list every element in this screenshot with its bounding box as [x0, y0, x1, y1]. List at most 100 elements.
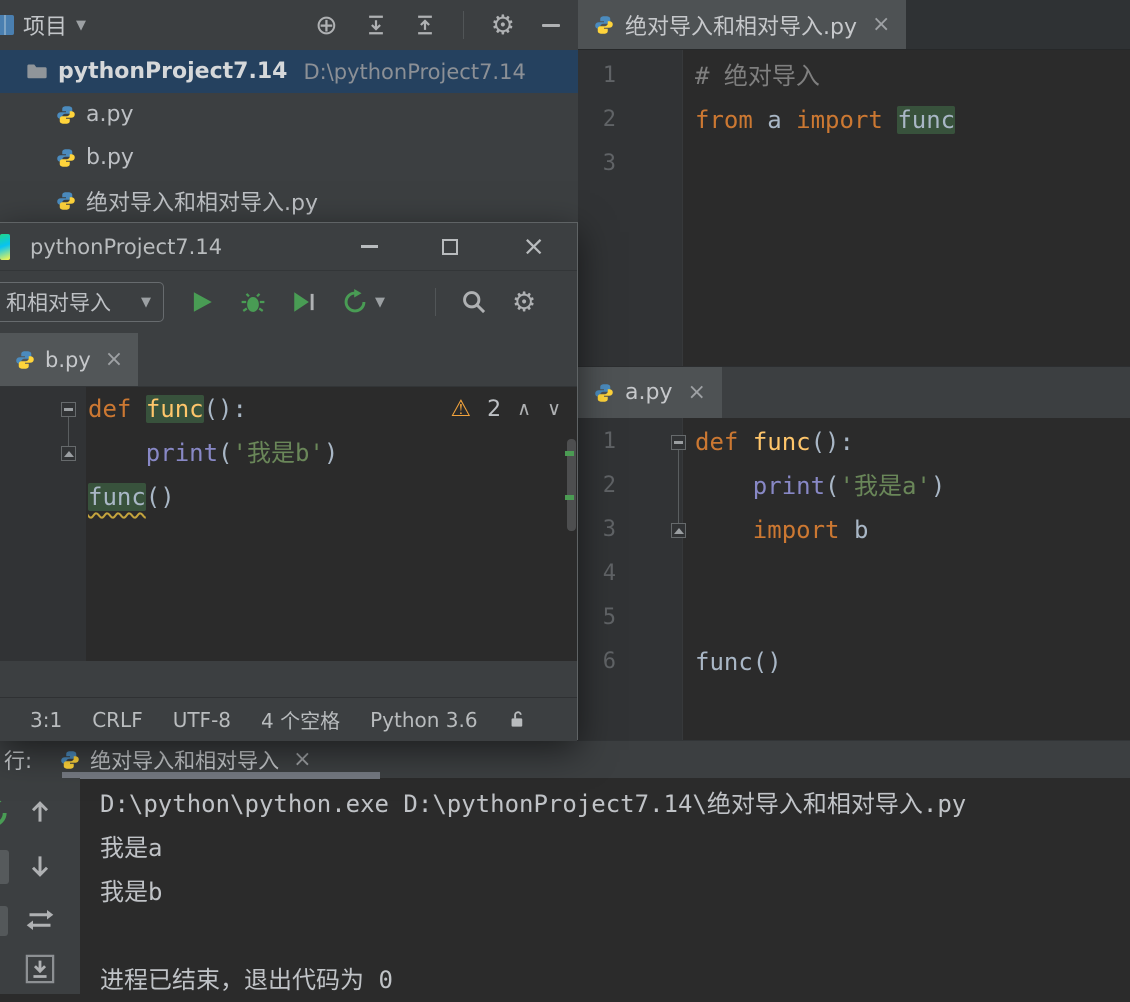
run-button[interactable] [189, 289, 215, 315]
fold-end-marker[interactable] [671, 523, 686, 538]
locate-file-icon[interactable]: ⊕ [315, 12, 338, 39]
interpreter[interactable]: Python 3.6 [370, 708, 478, 732]
settings-gear-icon[interactable]: ⚙ [491, 12, 515, 39]
line-number: 3 [602, 151, 616, 176]
maximize-button[interactable] [442, 238, 459, 255]
plain-token: () [145, 483, 175, 511]
status-bar: 3:1 CRLF UTF-8 4 个空格 Python 3.6 [0, 697, 577, 741]
run-with-coverage-button[interactable] [291, 289, 317, 315]
hide-panel-icon[interactable] [542, 23, 560, 27]
close-icon[interactable]: × [687, 380, 705, 405]
editor-gutter [0, 387, 86, 661]
project-root-name: pythonProject7.14 [58, 59, 288, 84]
profiler-button[interactable]: ▼ [342, 289, 385, 315]
editor-absolute-relative-import[interactable]: 1 2 3 # 绝对导入 from a import func [578, 50, 1130, 366]
readonly-lock-button[interactable] [508, 710, 527, 729]
soft-wrap-icon[interactable] [26, 906, 54, 934]
line-number: 1 [602, 429, 616, 454]
tree-row-project-root[interactable]: pythonProject7.14 D:\pythonProject7.14 [0, 50, 578, 93]
close-icon[interactable]: × [105, 347, 123, 372]
previous-warning-icon[interactable]: ∧ [517, 398, 531, 420]
close-icon[interactable]: × [872, 12, 890, 37]
console-output[interactable]: D:\python\python.exe D:\pythonProject7.1… [100, 782, 1120, 1002]
indent-token [695, 516, 753, 544]
line-number: 2 [602, 473, 616, 498]
close-window-button[interactable]: × [522, 233, 545, 260]
line-number-column: 1 2 3 [578, 54, 616, 186]
run-configuration-select[interactable]: 和相对导入 ▼ [0, 282, 164, 322]
main-toolbar: 项目 ▼ ⊕ ⚙ [0, 0, 578, 50]
toolbar-icon-group: ⊕ ⚙ [315, 11, 560, 39]
restore-layout-icon[interactable] [0, 906, 8, 936]
tree-row-a-py[interactable]: a.py [0, 93, 578, 136]
python-icon [16, 350, 34, 369]
tab-label: 绝对导入和相对导入 [90, 748, 280, 773]
line-separator[interactable]: CRLF [92, 708, 143, 732]
expand-all-icon[interactable] [414, 14, 436, 36]
down-stack-trace-icon[interactable] [26, 852, 54, 880]
collapse-all-icon[interactable] [365, 14, 387, 36]
settings-gear-icon[interactable]: ⚙ [512, 289, 536, 316]
project-label: 项目 [23, 15, 68, 40]
run-tab-absolute-relative-import[interactable]: 绝对导入和相对导入 × [48, 745, 323, 775]
window-title: pythonProject7.14 [30, 234, 223, 259]
code-line: def func(): [695, 420, 1130, 464]
play-icon [193, 292, 212, 312]
window-title-bar[interactable]: pythonProject7.14 × [0, 223, 577, 271]
next-warning-icon[interactable]: ∨ [547, 398, 561, 420]
tab-b-py[interactable]: b.py × [0, 333, 139, 386]
stop-icon[interactable] [0, 850, 9, 884]
file-encoding[interactable]: UTF-8 [173, 708, 231, 732]
active-tab-underline [62, 772, 380, 779]
file-label: b.py [86, 145, 134, 170]
tree-row-b-py[interactable]: b.py [0, 136, 578, 179]
up-stack-trace-icon[interactable] [26, 798, 54, 826]
keyword-token: import [752, 516, 840, 544]
plain-token: func() [695, 648, 782, 676]
tab-absolute-relative-import[interactable]: 绝对导入和相对导入.py × [578, 0, 907, 49]
tab-label: a.py [625, 380, 673, 405]
line-number: 2 [602, 107, 616, 132]
profiler-icon [344, 289, 366, 313]
keyword-token: from [695, 106, 753, 134]
string-token: '我是b' [232, 439, 324, 467]
python-icon [57, 191, 75, 210]
fold-connector [68, 417, 69, 446]
file-label: 绝对导入和相对导入.py [86, 190, 318, 216]
caret-position[interactable]: 3:1 [30, 708, 62, 732]
console-line: 进程已结束，退出代码为 0 [100, 966, 393, 994]
editor-a-py[interactable]: 1 2 3 4 5 6 def func(): print('我是a') imp… [578, 418, 1130, 740]
fold-end-marker[interactable] [61, 446, 76, 461]
fold-start-marker[interactable] [671, 435, 686, 450]
highlighted-identifier: func [897, 106, 956, 134]
rerun-icon[interactable] [0, 796, 11, 834]
project-tool-window-header[interactable]: 项目 ▼ [0, 9, 86, 41]
inspection-widget: ⚠ 2 ∧ ∨ [451, 387, 561, 431]
scroll-to-end-icon[interactable] [25, 954, 55, 984]
editor-tab-bar-b: b.py × [0, 333, 577, 387]
project-panel-icon [0, 15, 14, 35]
console-line: 我是b [100, 878, 163, 906]
close-icon[interactable]: × [293, 747, 311, 772]
line-number-column: 1 2 3 4 5 6 [578, 420, 616, 684]
debug-button[interactable] [240, 289, 266, 315]
minimize-button[interactable] [361, 245, 379, 248]
indent-setting[interactable]: 4 个空格 [261, 705, 340, 734]
run-panel-title: 行: [4, 748, 33, 773]
project-tree: pythonProject7.14 D:\pythonProject7.14 a… [0, 50, 578, 222]
search-icon [463, 291, 486, 314]
tab-a-py[interactable]: a.py × [578, 367, 722, 418]
unlocked-icon [511, 711, 522, 727]
tree-row-absolute-relative-import-py[interactable]: 绝对导入和相对导入.py [0, 179, 578, 222]
tab-label: 绝对导入和相对导入.py [625, 14, 857, 40]
toolbar-divider [462, 11, 464, 39]
line-number: 4 [602, 561, 616, 586]
warning-icon: ⚠ [450, 395, 472, 422]
fold-start-marker[interactable] [61, 402, 76, 417]
editor-b-py[interactable]: def func(): print('我是b') func() ⚠ 2 ∧ ∨ [0, 387, 577, 661]
search-everywhere-button[interactable] [461, 289, 487, 315]
